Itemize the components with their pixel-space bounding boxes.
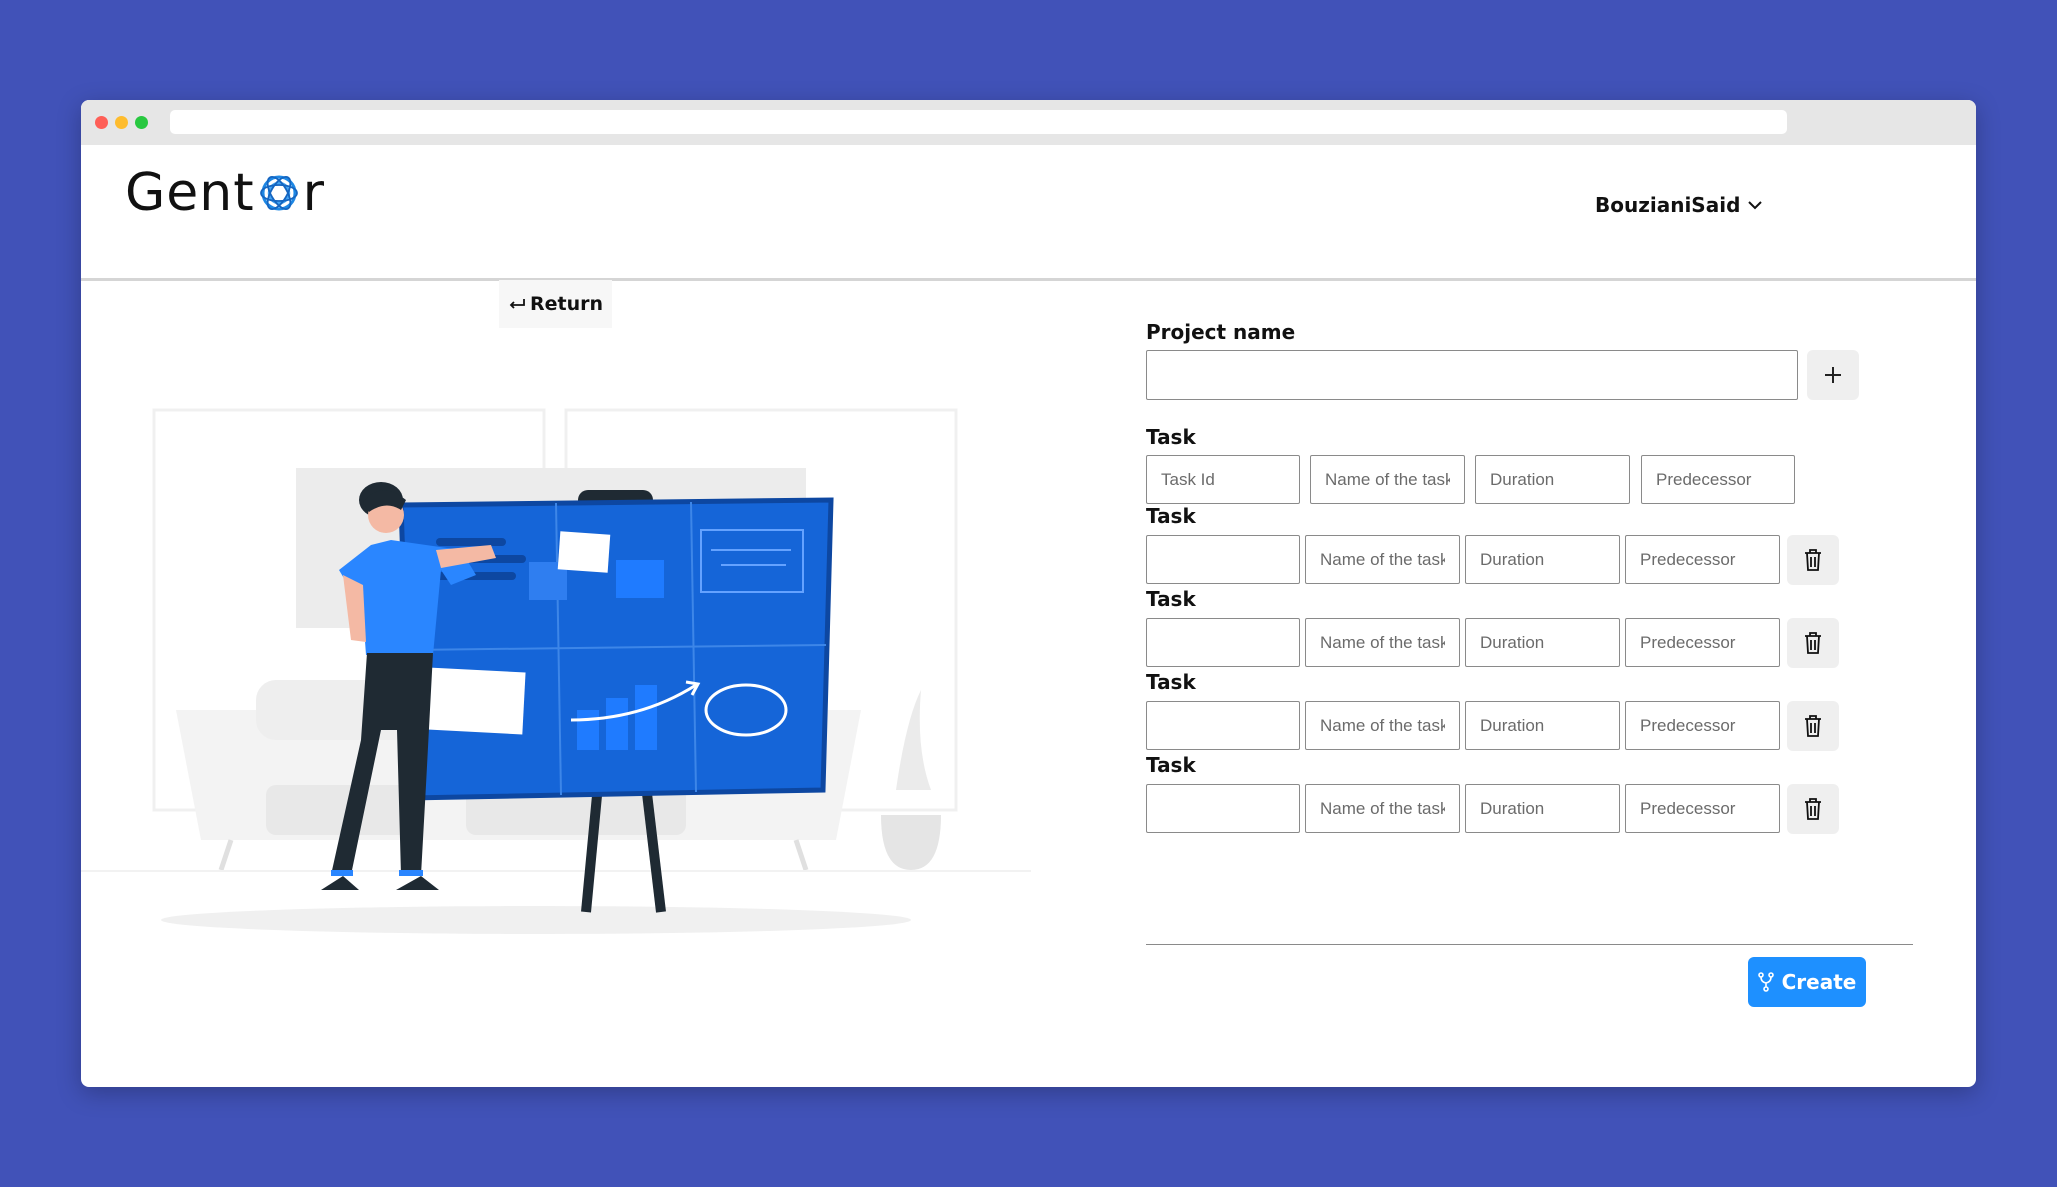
task-duration-input[interactable] [1465, 784, 1620, 833]
browser-window: Gent r BouzianiSaid Return Project name … [81, 100, 1976, 1087]
delete-task-button[interactable] [1787, 784, 1839, 834]
task-id-input[interactable] [1146, 455, 1300, 504]
task-name-input[interactable] [1310, 455, 1465, 504]
task-duration-input[interactable] [1475, 455, 1630, 504]
logo-text-right: r [302, 163, 326, 223]
trash-icon [1805, 715, 1821, 737]
browser-chrome [81, 100, 1976, 145]
task-duration-input[interactable] [1465, 618, 1620, 667]
task-predecessor-input[interactable] [1641, 455, 1795, 504]
project-name-label: Project name [1146, 320, 1296, 344]
close-window-dot[interactable] [95, 116, 108, 129]
trash-icon [1805, 798, 1821, 820]
task-id-input[interactable] [1146, 535, 1300, 584]
chevron-down-icon [1748, 201, 1763, 210]
return-label: Return [529, 293, 604, 315]
create-button[interactable]: Create [1748, 957, 1866, 1007]
return-button[interactable]: Return [499, 280, 612, 328]
add-task-button[interactable] [1807, 350, 1859, 400]
delete-task-button[interactable] [1787, 618, 1839, 668]
task-label: Task [1146, 753, 1196, 777]
task-name-input[interactable] [1305, 618, 1460, 667]
minimize-window-dot[interactable] [115, 116, 128, 129]
create-label: Create [1781, 970, 1857, 994]
task-name-input[interactable] [1305, 701, 1460, 750]
task-label: Task [1146, 504, 1196, 528]
plus-icon [1825, 367, 1841, 383]
task-duration-input[interactable] [1465, 535, 1620, 584]
project-name-input[interactable] [1146, 350, 1798, 400]
form-divider [1146, 944, 1913, 945]
task-predecessor-input[interactable] [1625, 701, 1780, 750]
app-header: Gent r BouzianiSaid [81, 145, 1976, 281]
return-arrow-icon [509, 299, 525, 309]
task-duration-input[interactable] [1465, 701, 1620, 750]
delete-task-button[interactable] [1787, 535, 1839, 585]
gentor-logo[interactable]: Gent r [125, 163, 325, 223]
task-predecessor-input[interactable] [1625, 535, 1780, 584]
task-predecessor-input[interactable] [1625, 618, 1780, 667]
logo-ring-icon [259, 175, 298, 211]
task-id-input[interactable] [1146, 784, 1300, 833]
task-label: Task [1146, 587, 1196, 611]
trash-icon [1805, 549, 1821, 571]
task-predecessor-input[interactable] [1625, 784, 1780, 833]
address-bar[interactable] [170, 110, 1787, 134]
user-name: BouzianiSaid [1595, 193, 1741, 217]
task-id-input[interactable] [1146, 618, 1300, 667]
delete-task-button[interactable] [1787, 701, 1839, 751]
maximize-window-dot[interactable] [135, 116, 148, 129]
task-label: Task [1146, 670, 1196, 694]
task-name-input[interactable] [1305, 784, 1460, 833]
planning-board-illustration [81, 408, 1031, 934]
task-label: Task [1146, 425, 1196, 449]
user-menu[interactable]: BouzianiSaid [1595, 193, 1763, 217]
fork-icon [1757, 972, 1774, 992]
trash-icon [1805, 632, 1821, 654]
task-id-input[interactable] [1146, 701, 1300, 750]
task-name-input[interactable] [1305, 535, 1460, 584]
logo-text-left: Gent [125, 163, 255, 223]
